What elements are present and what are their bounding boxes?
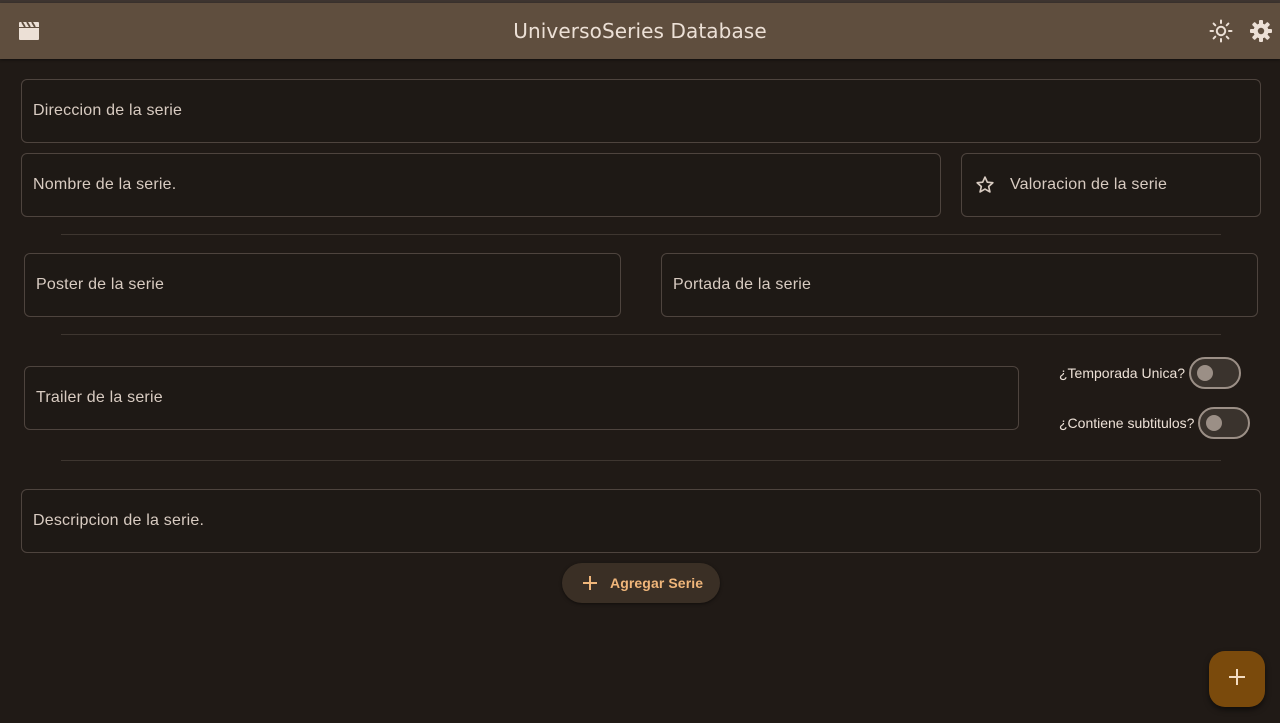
star-outline-icon <box>974 174 996 196</box>
descripcion-placeholder: Descripcion de la serie. <box>33 512 205 529</box>
divider <box>61 234 1221 235</box>
direccion-placeholder: Direccion de la serie <box>33 102 183 119</box>
plus-icon <box>580 573 600 593</box>
poster-field[interactable]: Poster de la serie <box>24 253 621 317</box>
agregar-serie-button[interactable]: Agregar Serie <box>562 563 720 603</box>
trailer-placeholder: Trailer de la serie <box>36 389 163 406</box>
switch-knob <box>1197 365 1214 381</box>
subtitulos-switch[interactable] <box>1198 407 1251 439</box>
sun-icon[interactable] <box>1207 17 1235 45</box>
nombre-field[interactable]: Nombre de la serie. <box>21 153 941 217</box>
temporada-unica-label: ¿Temporada Unica? <box>1059 365 1186 381</box>
divider <box>61 334 1221 335</box>
nombre-placeholder: Nombre de la serie. <box>33 176 177 193</box>
agregar-serie-label: Agregar Serie <box>610 575 704 591</box>
portada-field[interactable]: Portada de la serie <box>661 253 1258 317</box>
plus-icon <box>1228 668 1246 691</box>
trailer-field[interactable]: Trailer de la serie <box>24 366 1019 430</box>
direccion-field[interactable]: Direccion de la serie <box>21 79 1261 143</box>
temporada-unica-switch[interactable] <box>1189 357 1242 389</box>
subtitulos-label: ¿Contiene subtitulos? <box>1059 415 1195 431</box>
valoracion-field[interactable]: Valoracion de la serie <box>961 153 1261 217</box>
app-bar: UniversoSeries Database <box>0 3 1280 59</box>
switch-knob <box>1206 415 1223 431</box>
poster-placeholder: Poster de la serie <box>36 276 165 293</box>
add-fab-button[interactable] <box>1209 651 1265 707</box>
temporada-unica-row: ¿Temporada Unica? <box>1059 357 1242 389</box>
descripcion-field[interactable]: Descripcion de la serie. <box>21 489 1261 553</box>
app-title: UniversoSeries Database <box>513 19 767 43</box>
gear-icon[interactable] <box>1247 17 1275 45</box>
divider <box>61 460 1221 461</box>
subtitulos-row: ¿Contiene subtitulos? <box>1059 407 1251 439</box>
valoracion-placeholder: Valoracion de la serie <box>1010 176 1168 193</box>
portada-placeholder: Portada de la serie <box>673 276 812 293</box>
